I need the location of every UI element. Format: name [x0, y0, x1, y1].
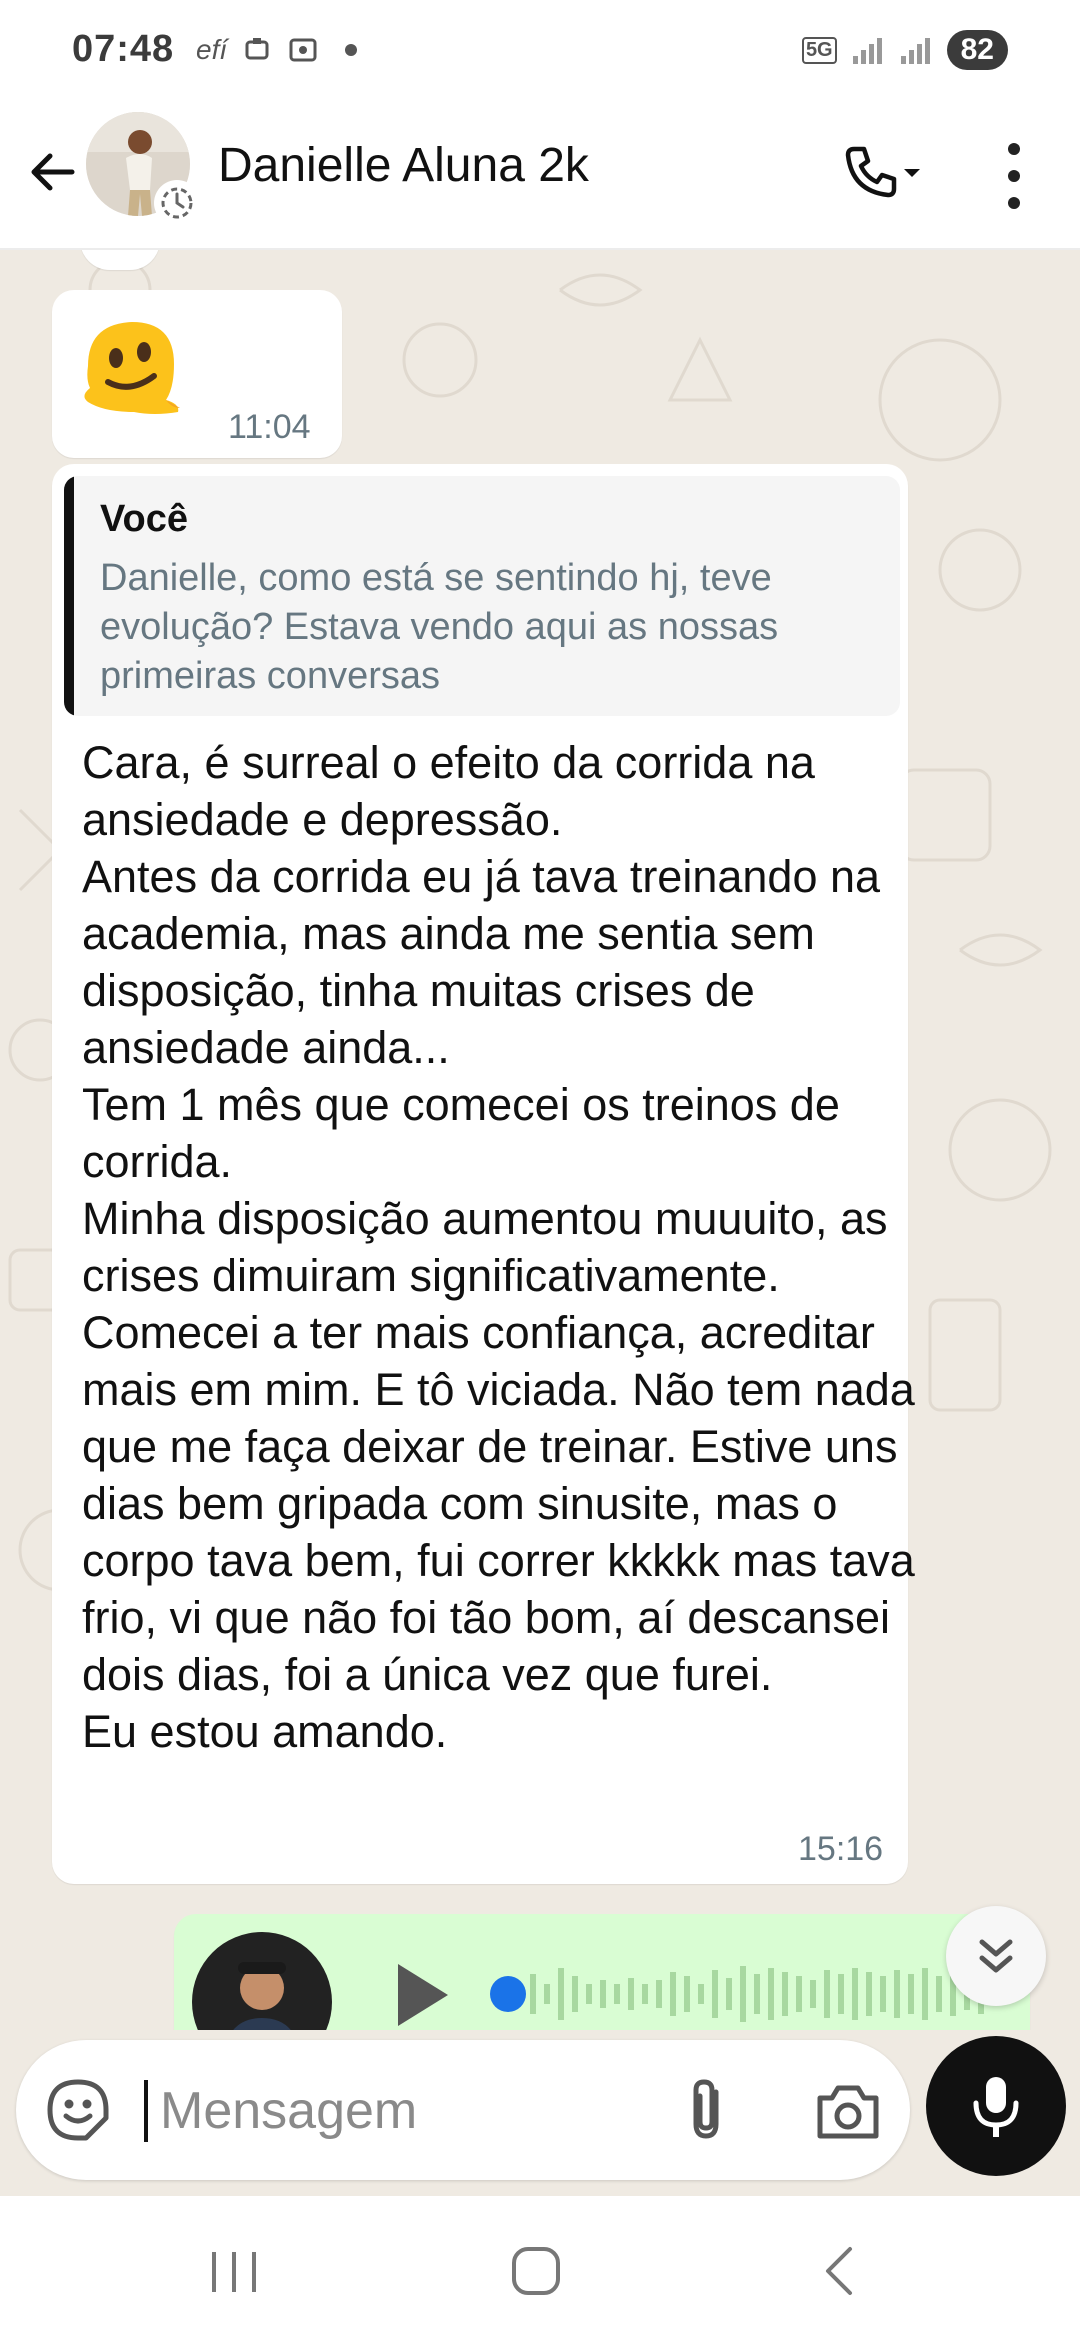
emoji-sticker-icon[interactable] [42, 2074, 114, 2146]
chevron-down-icon [904, 169, 920, 177]
status-left-icons: efí [196, 34, 358, 66]
quote-text: Danielle, como está se sentindo hj, teve… [100, 557, 779, 697]
recent-apps-icon [212, 2252, 256, 2292]
quote-author: Você [100, 498, 189, 540]
more-vert-icon [1008, 143, 1020, 156]
back-arrow-icon [31, 153, 75, 191]
status-icon [154, 180, 200, 226]
home-button[interactable] [496, 2236, 576, 2306]
play-icon [398, 1964, 448, 2026]
message-input[interactable] [158, 2070, 642, 2152]
message-bubble-emoji[interactable]: 11:04 [52, 290, 342, 458]
voice-progress-knob[interactable] [490, 1976, 526, 2012]
status-right-icons: 5G 82 [801, 30, 1008, 70]
play-button[interactable] [392, 1960, 452, 2030]
back-button[interactable] [20, 140, 84, 204]
status-bar: 07:48 efí 5G 82 [0, 0, 1080, 100]
voice-message-bubble[interactable] [174, 1914, 1030, 2030]
message-text: Cara, é surreal o efeito da corrida na a… [82, 737, 915, 1757]
status-time: 07:48 [72, 28, 175, 70]
mic-button[interactable] [926, 2036, 1066, 2176]
attach-icon[interactable] [672, 2074, 744, 2146]
back-nav-icon [826, 2247, 852, 2295]
more-options-button[interactable] [996, 136, 1032, 216]
message-time: 11:04 [228, 408, 311, 446]
recent-apps-button[interactable] [194, 2236, 274, 2306]
phone-icon [845, 146, 897, 198]
contact-name[interactable]: Danielle Aluna 2k [218, 138, 589, 193]
melting-face-emoji [84, 322, 180, 414]
quote-bar [64, 476, 74, 716]
voice-sender-avatar [192, 1932, 332, 2030]
double-chevron-down-icon [979, 1939, 1013, 1973]
call-button[interactable] [840, 138, 940, 208]
system-nav-bar [0, 2196, 1080, 2340]
signal-icon-2 [900, 38, 930, 64]
signal-icon [852, 38, 882, 64]
scroll-to-bottom-button[interactable] [946, 1906, 1046, 2006]
home-icon [512, 2247, 560, 2295]
voice-waveform [530, 1966, 984, 2022]
text-cursor [144, 2080, 148, 2142]
network-type: 5G [801, 36, 837, 64]
vpn-icon [245, 38, 269, 60]
carrier-label: efí [196, 34, 228, 65]
message-composer [16, 2040, 910, 2180]
screenshot-icon [289, 38, 317, 62]
camera-icon[interactable] [812, 2076, 884, 2148]
chat-header: Danielle Aluna 2k [0, 100, 1080, 250]
notification-dot [345, 44, 358, 56]
battery-indicator: 82 [946, 30, 1008, 70]
message-bubble-text[interactable]: Você Danielle, como está se sentindo hj,… [52, 464, 915, 1884]
chat-area[interactable]: 11:04 Você Danielle, como está se sentin… [0, 250, 1080, 2030]
quoted-message[interactable]: Você Danielle, como está se sentindo hj,… [64, 476, 900, 716]
mic-icon [973, 2077, 1019, 2137]
message-time: 15:16 [798, 1830, 884, 1868]
back-nav-button[interactable] [798, 2236, 878, 2306]
